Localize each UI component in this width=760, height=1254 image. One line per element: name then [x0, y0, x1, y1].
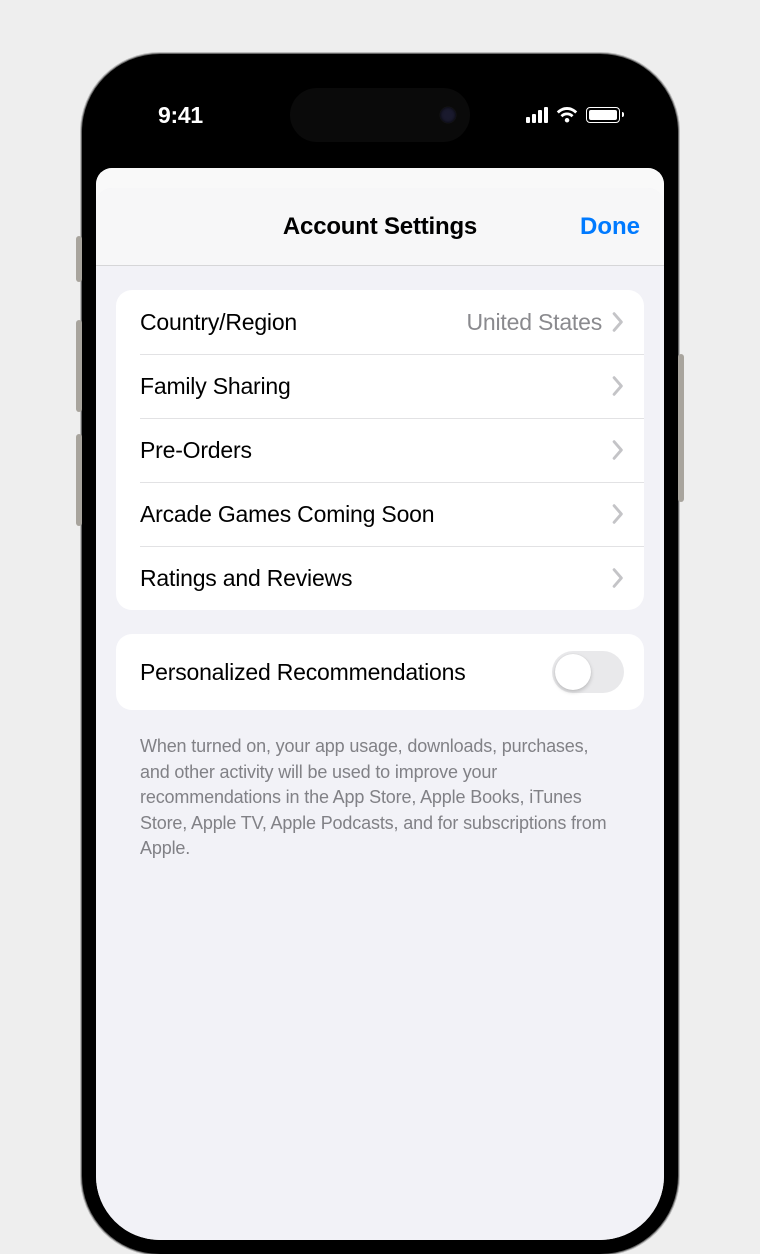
status-time: 9:41	[136, 86, 203, 129]
ratings-reviews-row[interactable]: Ratings and Reviews	[116, 546, 644, 610]
row-label: Family Sharing	[140, 373, 612, 400]
cellular-signal-icon	[526, 107, 548, 123]
navigation-bar: Account Settings Done	[96, 188, 664, 266]
volume-down-button	[76, 434, 82, 526]
row-label: Country/Region	[140, 309, 467, 336]
battery-icon	[586, 107, 620, 123]
chevron-right-icon	[612, 376, 624, 396]
screen: 9:41	[96, 68, 664, 1240]
front-camera-icon	[440, 107, 456, 123]
dynamic-island	[290, 88, 470, 142]
family-sharing-row[interactable]: Family Sharing	[116, 354, 644, 418]
phone-frame: 9:41	[82, 54, 678, 1254]
settings-body[interactable]: Country/Region United States Family Shar…	[96, 266, 664, 862]
status-indicators	[526, 91, 624, 123]
row-label: Arcade Games Coming Soon	[140, 501, 612, 528]
mute-switch	[76, 236, 82, 282]
chevron-right-icon	[612, 440, 624, 460]
volume-up-button	[76, 320, 82, 412]
chevron-right-icon	[612, 568, 624, 588]
row-label: Personalized Recommendations	[140, 659, 552, 686]
settings-group-recommendations: Personalized Recommendations	[116, 634, 644, 710]
recommendations-footer-text: When turned on, your app usage, download…	[116, 734, 644, 862]
pre-orders-row[interactable]: Pre-Orders	[116, 418, 644, 482]
row-value: United States	[467, 309, 602, 336]
personalized-recommendations-row[interactable]: Personalized Recommendations	[116, 634, 644, 710]
settings-sheet: Account Settings Done Country/Region Uni…	[96, 188, 664, 1240]
page-title: Account Settings	[283, 213, 477, 241]
done-button[interactable]: Done	[580, 213, 640, 241]
chevron-right-icon	[612, 504, 624, 524]
recommendations-toggle[interactable]	[552, 651, 624, 693]
wifi-icon	[556, 107, 578, 123]
content-area: Account Settings Done Country/Region Uni…	[96, 168, 664, 1240]
chevron-right-icon	[612, 312, 624, 332]
country-region-row[interactable]: Country/Region United States	[116, 290, 644, 354]
row-label: Ratings and Reviews	[140, 565, 612, 592]
arcade-games-row[interactable]: Arcade Games Coming Soon	[116, 482, 644, 546]
row-label: Pre-Orders	[140, 437, 612, 464]
settings-group-main: Country/Region United States Family Shar…	[116, 290, 644, 610]
toggle-knob	[555, 654, 591, 690]
power-button	[678, 354, 684, 502]
